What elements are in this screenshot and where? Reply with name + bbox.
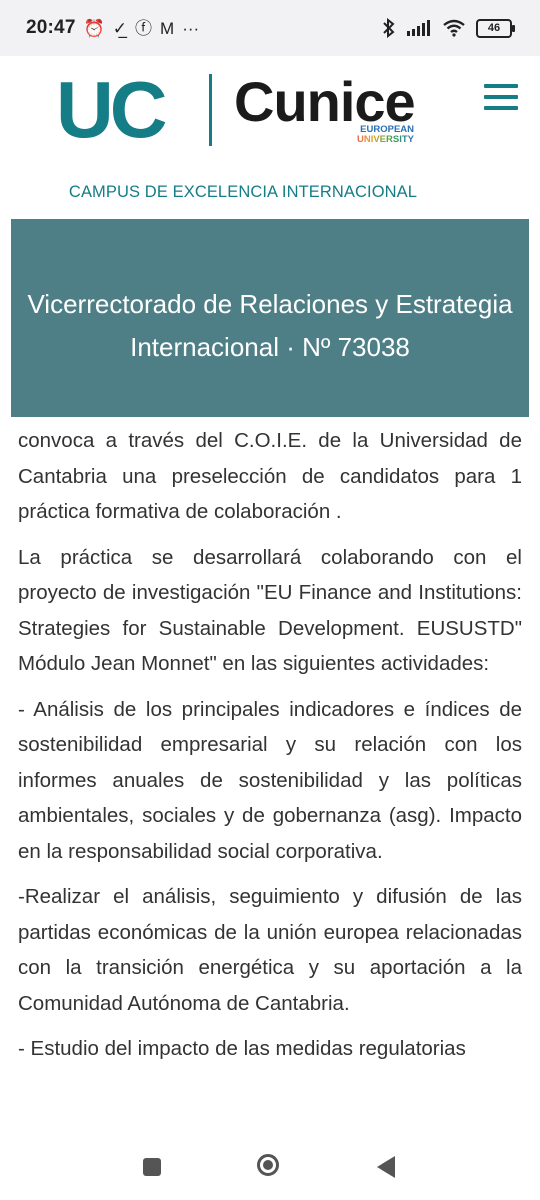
page-title: Vicerrectorado de Relaciones y Estrategi… xyxy=(27,267,512,369)
bluetooth-icon xyxy=(383,18,395,38)
system-nav-bar xyxy=(0,1136,540,1200)
page-title-line2: Internacional · Nº 73038 xyxy=(130,332,410,362)
article-body: convoca a través del C.O.I.E. de la Univ… xyxy=(18,423,522,1071)
page-title-line1: Vicerrectorado de Relaciones y Estrategi… xyxy=(27,289,513,319)
eunice-logo[interactable]: Cunice xyxy=(234,74,416,130)
gmail-icon: M xyxy=(160,18,175,38)
status-bar-right: 46 xyxy=(382,18,515,38)
eunice-subtitle-university: UNIVERSITY xyxy=(348,134,414,145)
hamburger-menu-icon[interactable] xyxy=(484,84,518,114)
back-triangle-icon[interactable] xyxy=(377,1156,395,1178)
alarm-icon: ⏰ xyxy=(83,18,105,38)
home-circle-icon[interactable] xyxy=(257,1154,279,1176)
logo-divider xyxy=(209,74,212,146)
paragraph-activity-1: - Análisis de los principales indicadore… xyxy=(18,697,522,863)
status-bar-left: 20:47 ⏰ ✓̲ ⓕ M ··· xyxy=(26,17,199,39)
eunice-logo-subtitle: EUROPEAN UNIVERSITY xyxy=(348,125,414,145)
campus-tagline: CAMPUS DE EXCELENCIA INTERNACIONAL xyxy=(68,183,418,201)
check-download-icon: ✓̲ xyxy=(112,18,128,38)
paragraph-activity-2: -Realizar el análisis, seguimiento y dif… xyxy=(18,885,522,1015)
site-header: UC Cunice EUROPEAN UNIVERSITY CAMPUS DE … xyxy=(0,56,540,216)
signal-icon xyxy=(407,20,430,36)
paragraph-practice: La práctica se desarrollará colaborando … xyxy=(18,545,522,676)
status-time: 20:47 xyxy=(26,17,76,38)
more-dots-icon: ··· xyxy=(182,18,200,38)
uc-logo[interactable]: UC xyxy=(56,70,168,150)
paragraph-activity-3: - Estudio del impacto de las medidas reg… xyxy=(18,1037,466,1060)
status-bar: 20:47 ⏰ ✓̲ ⓕ M ··· 46 xyxy=(0,0,540,56)
battery-icon: 46 xyxy=(476,18,515,38)
paragraph-intro: convoca a través del C.O.I.E. de la Univ… xyxy=(18,429,522,523)
page-title-banner: Vicerrectorado de Relaciones y Estrategi… xyxy=(11,219,529,417)
recents-square-icon[interactable] xyxy=(143,1158,161,1176)
wifi-icon xyxy=(443,19,465,37)
facebook-icon: ⓕ xyxy=(135,18,153,38)
